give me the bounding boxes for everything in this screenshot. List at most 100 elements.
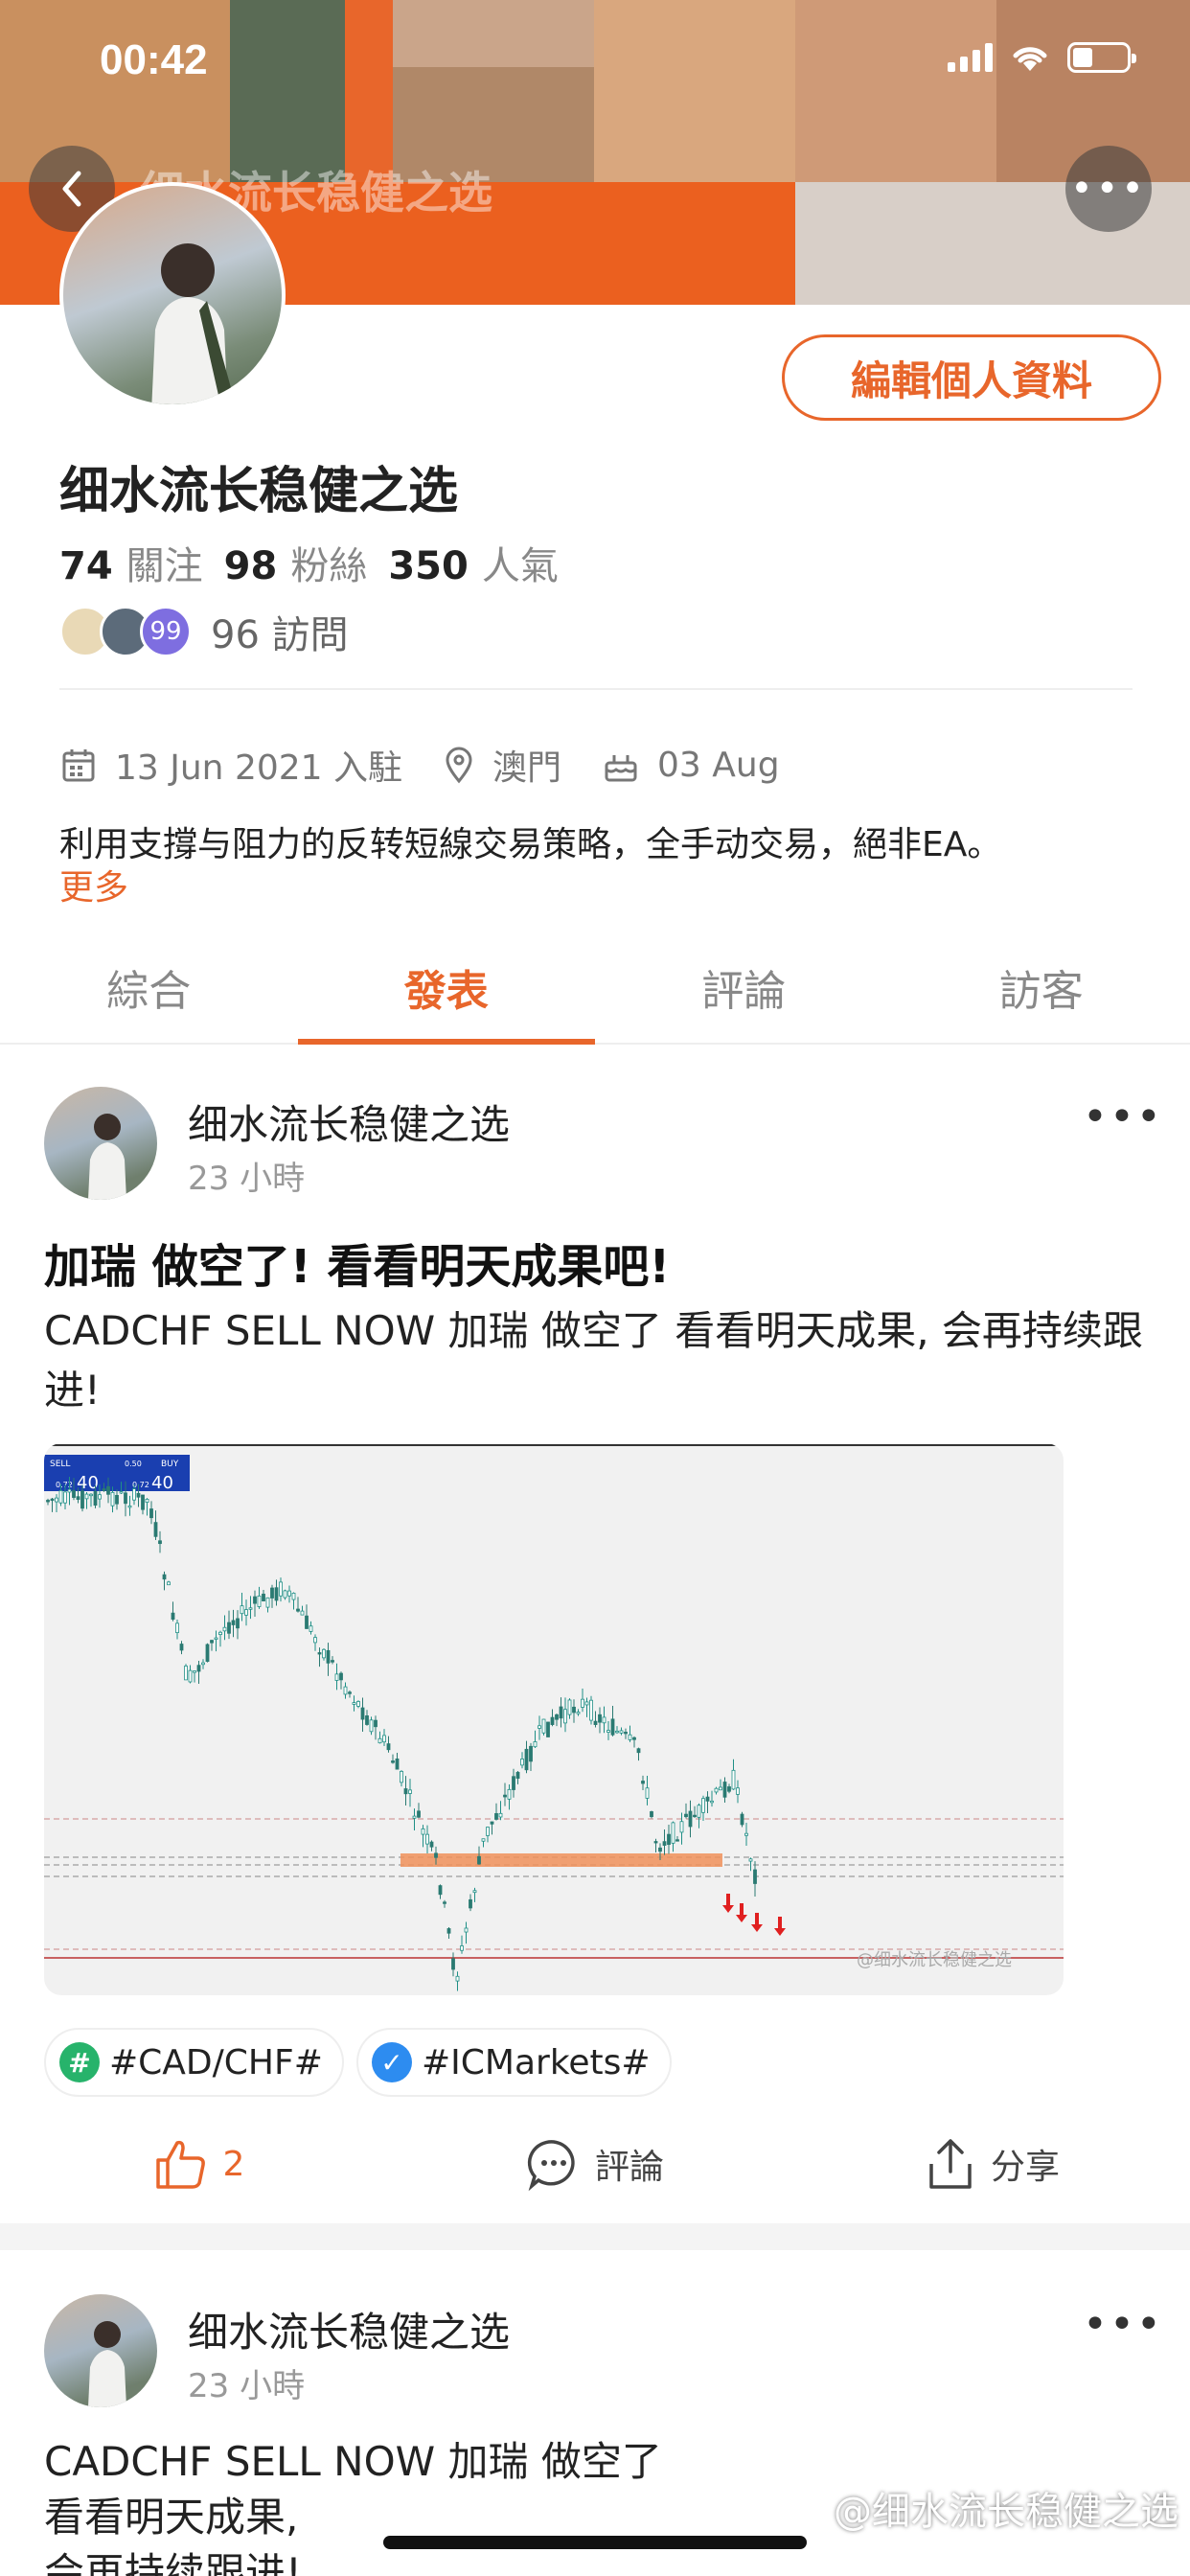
like-count: 2	[222, 2144, 245, 2184]
profile-avatar[interactable]	[59, 182, 286, 408]
tab-comments[interactable]: 評論	[595, 949, 893, 1043]
candle-body	[498, 1812, 503, 1818]
trade-panel: SELL BUY 0.50 0.72 40 0.72 40	[44, 1455, 190, 1493]
home-indicator[interactable]	[383, 2536, 807, 2549]
candle-body	[136, 1492, 141, 1498]
candle-body	[296, 1608, 300, 1612]
candle-body	[305, 1615, 309, 1629]
candle-body	[218, 1631, 222, 1636]
candle-body	[76, 1496, 80, 1500]
topic-tag[interactable]: # #CAD/CHF#	[44, 2028, 344, 2097]
candle-body	[464, 1927, 469, 1933]
location: 澳門	[492, 748, 562, 788]
following-count[interactable]: 74	[59, 544, 113, 588]
candle-body	[365, 1714, 369, 1725]
chevron-left-icon	[62, 171, 81, 207]
share-button[interactable]: 分享	[793, 2116, 1190, 2212]
post-chart-image[interactable]: SELL BUY 0.50 0.72 40 0.72 40 @细水流长稳健之选	[44, 1443, 1064, 1995]
candle-body	[529, 1745, 533, 1762]
more-horizontal-icon: •••	[1070, 167, 1147, 211]
candle-body	[201, 1662, 205, 1666]
candle-body	[171, 1612, 175, 1621]
visitors-row[interactable]: 99 96 訪問	[59, 604, 349, 659]
post-body[interactable]: CADCHF SELL NOW 加瑞 做空了 看看明天成果, 会再持续跟进!	[44, 2434, 906, 2576]
bio-more-link[interactable]: 更多	[59, 860, 128, 909]
candle-body	[395, 1759, 400, 1770]
header-more-button[interactable]: •••	[1065, 146, 1152, 232]
candle-body	[322, 1648, 326, 1659]
candle-body	[309, 1625, 313, 1632]
candle-body	[339, 1672, 343, 1681]
candle-body	[89, 1493, 93, 1497]
candle-body	[222, 1626, 227, 1632]
candle-body	[731, 1769, 736, 1790]
candle-body	[710, 1800, 714, 1804]
tab-posts[interactable]: 發表	[297, 949, 596, 1045]
candle-body	[391, 1760, 395, 1763]
post-more-button[interactable]: •••	[1083, 1092, 1163, 1141]
post-body[interactable]: CADCHF SELL NOW 加瑞 做空了 看看明天成果, 会再持续跟进!	[44, 1301, 1146, 1420]
location-pin-icon	[446, 747, 472, 784]
candle-body	[714, 1787, 719, 1793]
candle-body	[400, 1770, 403, 1783]
status-time: 00:42	[100, 36, 208, 83]
fans-count[interactable]: 98	[224, 544, 278, 588]
candle-body	[127, 1505, 132, 1508]
post-time: 23 小時	[188, 2367, 306, 2405]
candle-body	[541, 1718, 546, 1734]
status-icons	[948, 42, 1136, 73]
verified-badge-icon: ✓	[372, 2042, 412, 2082]
battery-icon	[1067, 42, 1136, 73]
candle-body	[584, 1701, 589, 1706]
candle-body	[684, 1813, 688, 1818]
candle-body	[102, 1488, 106, 1491]
banner-photo-tile	[594, 0, 795, 182]
lot-size: 0.50	[125, 1460, 142, 1468]
fans-label[interactable]: 粉絲	[290, 535, 367, 590]
tab-visitors[interactable]: 訪客	[893, 949, 1190, 1043]
candle-body	[412, 1815, 417, 1819]
candle-body	[403, 1788, 408, 1795]
comment-button[interactable]: 評論	[397, 2116, 793, 2212]
post-author-avatar[interactable]	[44, 2294, 157, 2407]
tab-overview[interactable]: 綜合	[0, 949, 298, 1043]
candle-body	[374, 1719, 378, 1728]
candle-body	[486, 1827, 490, 1836]
candle-body	[563, 1709, 567, 1724]
candle-body	[46, 1500, 50, 1503]
candle-body	[727, 1786, 731, 1792]
birthday: 03 Aug	[657, 745, 780, 785]
candle-body	[162, 1574, 167, 1580]
topic-tag[interactable]: ✓ #ICMarkets#	[356, 2028, 672, 2097]
comment-label: 評論	[594, 2148, 664, 2187]
candle-body	[55, 1497, 58, 1503]
avatar-person-silhouette	[88, 2321, 126, 2407]
candle-body	[550, 1716, 555, 1725]
candle-body	[110, 1491, 115, 1506]
birthday-cake-icon	[605, 755, 637, 782]
profile-meta: 13 Jun 2021 入駐 澳門 03 Aug	[59, 740, 780, 790]
following-label[interactable]: 關注	[126, 535, 203, 590]
sell-label: SELL	[50, 1460, 70, 1469]
chart-watermark: @细水流长稳健之选	[857, 1950, 1012, 1970]
candle-body	[619, 1730, 624, 1734]
candle-body	[287, 1590, 291, 1597]
post-author-name[interactable]: 细水流长稳健之选	[188, 2300, 510, 2358]
post-author-avatar[interactable]	[44, 1087, 157, 1200]
candle-body	[240, 1605, 244, 1615]
topic-tag-label: #CAD/CHF#	[109, 2042, 323, 2082]
candle-body	[313, 1637, 317, 1644]
candle-body	[576, 1712, 581, 1714]
post-more-button[interactable]: •••	[1083, 2300, 1163, 2349]
candle-body	[512, 1776, 515, 1790]
profile-name: 细水流长稳健之选	[59, 463, 459, 520]
candle-body	[270, 1587, 274, 1598]
like-button[interactable]: 2	[0, 2116, 397, 2212]
support-resistance-zone	[400, 1853, 722, 1867]
post-author-name[interactable]: 细水流长稳健之选	[188, 1092, 510, 1151]
candle-body	[348, 1691, 352, 1694]
candle-body	[93, 1491, 98, 1506]
edit-profile-button[interactable]: 編輯個人資料	[782, 334, 1161, 421]
post-title[interactable]: 加瑞 做空了! 看看明天成果吧!	[44, 1229, 670, 1296]
candle-body	[231, 1620, 236, 1625]
